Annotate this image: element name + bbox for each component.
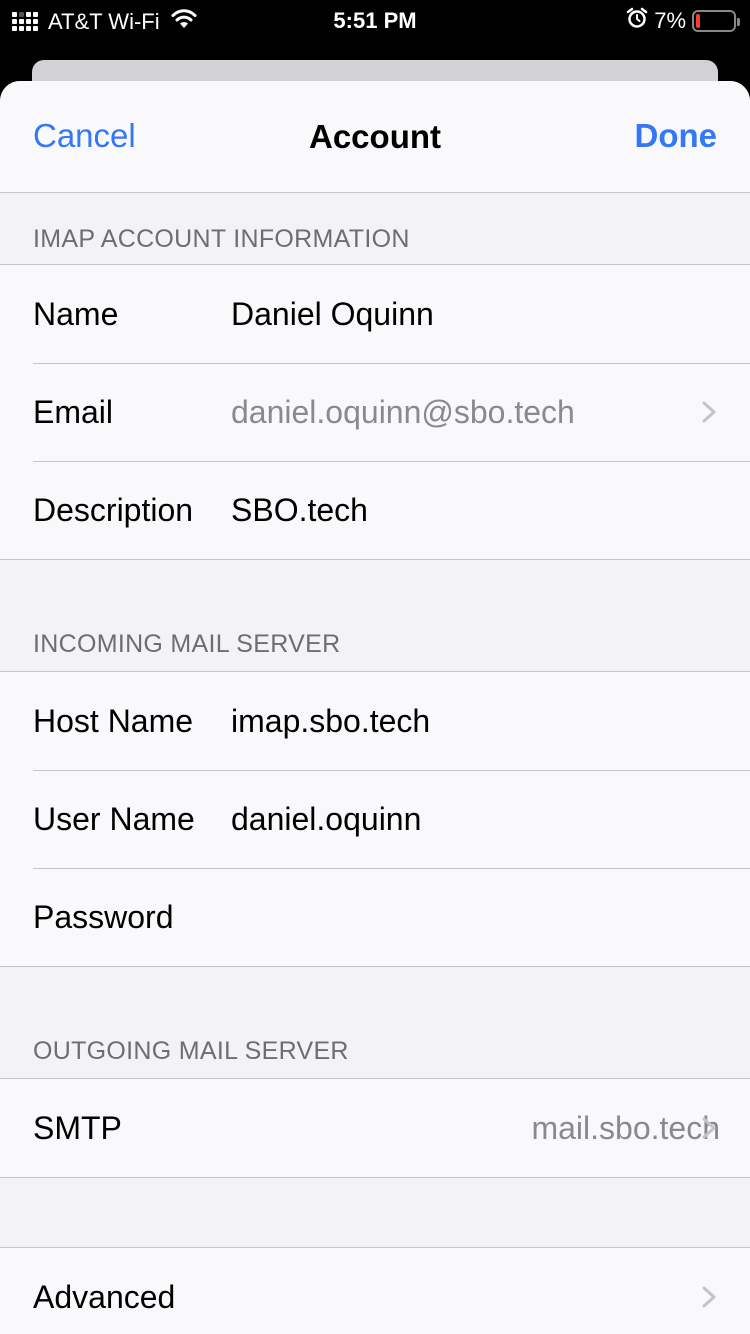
email-label: Email [33, 393, 114, 430]
password-label: Password [33, 898, 174, 935]
user-name-label: User Name [33, 800, 195, 837]
advanced-group: Advanced [0, 1248, 750, 1334]
navigation-bar: Cancel Account Done [0, 81, 750, 193]
battery-level [696, 13, 700, 28]
name-field[interactable]: Daniel Oquinn [231, 296, 750, 333]
section-spacer [0, 1178, 750, 1248]
description-field[interactable]: SBO.tech [231, 492, 750, 529]
description-row[interactable]: Description SBO.tech [0, 461, 750, 559]
incoming-server-group: Host Name imap.sbo.tech User Name daniel… [0, 672, 750, 967]
host-name-label: Host Name [33, 702, 194, 739]
smtp-row[interactable]: SMTP mail.sbo.tech [0, 1079, 750, 1177]
outgoing-server-group: SMTP mail.sbo.tech [0, 1079, 750, 1178]
name-row[interactable]: Name Daniel Oquinn [0, 265, 750, 363]
status-bar-right: 7% [626, 7, 740, 34]
account-sheet: Cancel Account Done IMAP ACCOUNT INFORMA… [0, 81, 750, 1334]
host-name-row[interactable]: Host Name imap.sbo.tech [0, 672, 750, 770]
section-header-outgoing: OUTGOING MAIL SERVER [0, 967, 750, 1079]
section-header-incoming: INCOMING MAIL SERVER [0, 560, 750, 672]
host-name-field[interactable]: imap.sbo.tech [231, 703, 750, 740]
alarm-icon [626, 7, 648, 34]
email-value: daniel.oquinn@sbo.tech [231, 393, 575, 430]
imap-account-group: Name Daniel Oquinn Email daniel.oquinn@s… [0, 265, 750, 560]
password-row[interactable]: Password [0, 868, 750, 966]
chevron-right-icon [702, 401, 716, 423]
chevron-right-icon [702, 1117, 716, 1139]
advanced-row[interactable]: Advanced [0, 1248, 750, 1334]
user-name-field[interactable]: daniel.oquinn [231, 801, 750, 838]
user-name-row[interactable]: User Name daniel.oquinn [0, 770, 750, 868]
smtp-label: SMTP [33, 1109, 122, 1146]
section-header-imap: IMAP ACCOUNT INFORMATION [0, 193, 750, 265]
email-row[interactable]: Email daniel.oquinn@sbo.tech [0, 363, 750, 461]
status-bar: AT&T Wi-Fi 5:51 PM 7% [0, 0, 750, 44]
smtp-value: mail.sbo.tech [531, 1109, 720, 1146]
description-label: Description [33, 491, 194, 528]
advanced-label: Advanced [33, 1278, 176, 1315]
done-button[interactable]: Done [635, 117, 718, 155]
chevron-right-icon [702, 1286, 716, 1308]
battery-icon [692, 9, 740, 32]
name-label: Name [33, 295, 119, 332]
battery-percent: 7% [654, 7, 686, 33]
